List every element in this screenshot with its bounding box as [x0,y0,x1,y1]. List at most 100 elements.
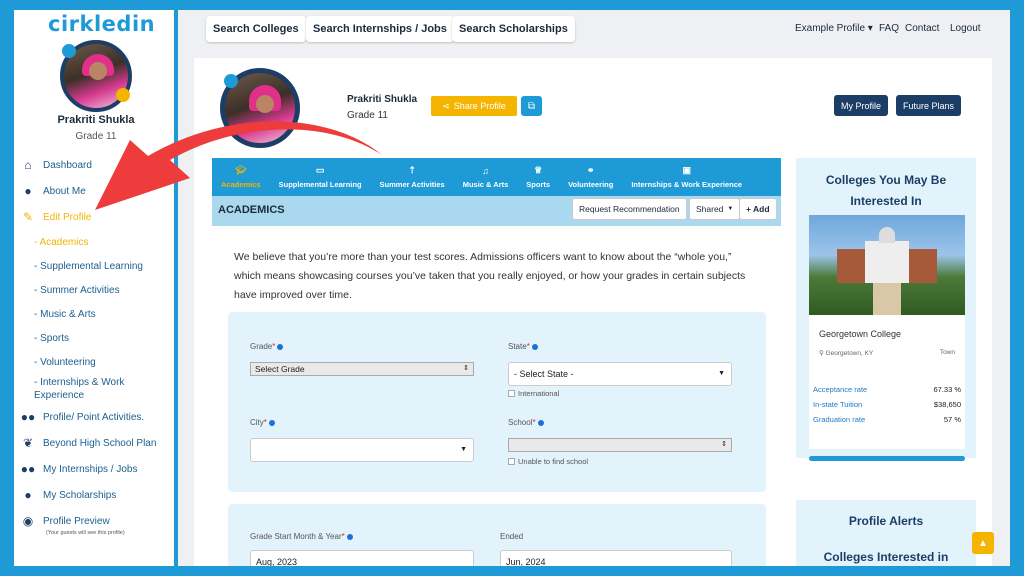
sidebar-item-dashboard[interactable]: ⌂ Dashboard [14,152,174,178]
home-icon: ⌂ [24,158,32,172]
my-profile-button[interactable]: My Profile [834,95,889,116]
book-icon: ▭ [315,165,325,175]
users-icon: ●● [20,462,36,476]
sidebar-sub-volunteering[interactable]: - Volunteering [14,350,174,374]
tab-volunteering[interactable]: ⚭ Volunteering [559,158,622,196]
stat-value: 67.33 % [933,385,961,394]
tab-label: Volunteering [568,180,614,189]
stat-value: 57 % [943,415,961,424]
tab-summer-activities[interactable]: ⇡ Summer Activities [371,158,454,196]
international-checkbox-row: International [508,389,559,398]
sidebar-item-internships-jobs[interactable]: ●● My Internships / Jobs [14,456,174,482]
future-plans-button[interactable]: Future Plans [896,95,962,116]
stat-key: Acceptance rate [813,385,868,394]
edit-icon: ✎ [22,210,34,224]
tab-supplemental-learning[interactable]: ▭ Supplemental Learning [270,158,371,196]
sidebar: cirkledin Prakriti Shukla Grade 11 ⌂ Das… [14,10,178,566]
updown-icon: ⇕ [463,365,469,372]
international-checkbox[interactable] [508,390,515,397]
shared-dropdown[interactable]: Shared ▼ [689,198,741,220]
sidebar-item-label: My Scholarships [43,489,117,501]
grade-select-value: Select Grade [255,364,305,374]
graduation-cap-icon: 🎓︎ [235,165,247,175]
music-icon: ♫ [482,165,489,176]
sidebar-item-edit-profile[interactable]: ✎ Edit Profile [14,204,174,230]
map-pin-icon: ⚲ [819,350,826,357]
scroll-to-top-button[interactable]: ▲ [972,532,994,554]
chevron-up-icon: ▲ [978,537,988,549]
sidebar-sub-internships[interactable]: - Internships & Work Experience [14,374,174,404]
search-internships-button[interactable]: Search Internships / Jobs [306,16,454,42]
faq-link[interactable]: FAQ [879,23,899,34]
leaf-icon: ❦ [22,436,34,450]
tab-music-arts[interactable]: ♫ Music & Arts [454,158,518,196]
tab-academics[interactable]: 🎓︎ Academics [212,158,270,196]
trophy-icon: ♕ [534,165,543,175]
contact-link[interactable]: Contact [905,23,939,34]
international-label: International [518,389,560,398]
sidebar-item-label: About Me [43,185,86,197]
grade-dates-form: Grade Start Month & Year* Aug, 2023 Ende… [228,504,766,566]
logout-link[interactable]: Logout [950,23,981,34]
college-name[interactable]: Georgetown College [819,329,901,339]
copy-link-button[interactable]: ⧉ [521,96,542,116]
sidebar-item-point-activities[interactable]: ●● Profile/ Point Activities. [14,404,174,430]
info-icon [537,419,544,426]
updown-icon: ⇕ [721,441,727,448]
users-icon: ●● [20,410,36,424]
sidebar-item-label: Beyond High School Plan [43,437,157,449]
start-date-input[interactable]: Aug, 2023 [250,550,474,566]
state-select[interactable]: - Select State - ▼ [508,362,732,386]
tab-internships-work[interactable]: ▣ Internships & Work Experience [622,158,751,196]
grade-select[interactable]: Select Grade ⇕ [250,362,474,376]
profile-name: Prakriti Shukla [347,94,418,105]
handshake-icon: ⚭ [586,165,595,175]
sidebar-sub-supplemental[interactable]: - Supplemental Learning [14,254,174,278]
college-location-text: Georgetown, KY [825,350,874,357]
request-recommendation-button[interactable]: Request Recommendation [572,198,687,220]
sidebar-sub-sports[interactable]: - Sports [14,326,174,350]
preview-note: (Your guests will see this profile) [46,530,125,536]
required-mark: * [263,418,267,427]
sidebar-sub-music-arts[interactable]: - Music & Arts [14,302,174,326]
required-mark: * [341,532,345,541]
sidebar-item-label: Edit Profile [43,211,92,223]
stat-key: Graduation rate [813,415,866,424]
sidebar-item-beyond-high-school[interactable]: ❦ Beyond High School Plan [14,430,174,456]
unable-school-checkbox-row: Unable to find school [508,457,588,466]
eye-icon: ◉ [22,514,34,528]
academic-form: Grade* Select Grade ⇕ State* - Select St… [228,312,766,492]
college-photo[interactable] [809,215,965,315]
tab-sports[interactable]: ♕ Sports [517,158,559,196]
share-icon: ⋖ [442,100,450,111]
tab-label: Supplemental Learning [278,180,362,189]
top-bar: Search Colleges Search Internships / Job… [182,10,1010,54]
chevron-down-icon: ▼ [718,370,725,377]
briefcase-icon: ▣ [682,165,691,175]
sidebar-sub-summer[interactable]: - Summer Activities [14,278,174,302]
unable-school-checkbox[interactable] [508,458,515,465]
carousel-indicator[interactable] [809,456,965,461]
school-select[interactable]: ⇕ [508,438,732,452]
end-date-input[interactable]: Jun, 2024 [500,550,732,566]
example-profile-dropdown[interactable]: Example Profile ▾ [795,23,873,34]
avatar-dot-yellow [116,88,130,102]
state-select-value: - Select State - [514,369,574,379]
category-tabs: 🎓︎ Academics ▭ Supplemental Learning ⇡ S… [212,158,781,196]
school-label-text: School [508,418,533,427]
add-button[interactable]: + Add [739,198,777,220]
college-location: ⚲ Georgetown, KY [819,349,873,357]
stat-row: Graduation rate 57 % [813,415,961,424]
share-profile-button[interactable]: ⋖ Share Profile [431,96,517,116]
city-select[interactable]: ▼ [250,438,474,462]
tab-label: Sports [526,180,551,189]
logo[interactable]: cirkledin [48,12,155,36]
search-colleges-button[interactable]: Search Colleges [206,16,306,42]
search-scholarships-button[interactable]: Search Scholarships [452,16,575,42]
section-title: ACADEMICS [218,204,285,216]
sidebar-item-scholarships[interactable]: ● My Scholarships [14,482,174,508]
info-icon [268,419,275,426]
city-label: City* [250,418,275,427]
sidebar-item-about-me[interactable]: ● About Me [14,178,174,204]
sidebar-sub-academics[interactable]: - Academics [14,230,174,254]
